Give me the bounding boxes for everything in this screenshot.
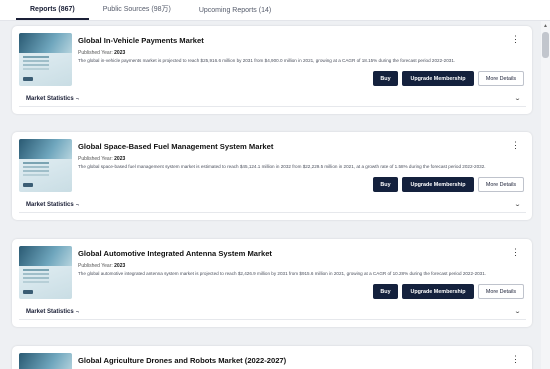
published-year: Published Year: 2023 bbox=[78, 50, 126, 56]
report-description: The global space-based fuel management s… bbox=[78, 164, 486, 169]
published-year: Published Year: 2023 bbox=[78, 263, 126, 269]
report-cover-image[interactable] bbox=[19, 33, 72, 86]
market-statistics-toggle[interactable]: Market Statistics ¬ ⌄ bbox=[19, 197, 526, 213]
more-details-button[interactable]: More Details bbox=[478, 71, 524, 86]
report-tabs: Reports (867) Public Sources (98万) Upcom… bbox=[0, 0, 550, 21]
market-statistics-toggle[interactable]: Market Statistics ¬ ⌄ bbox=[19, 304, 526, 320]
upgrade-membership-button[interactable]: Upgrade Membership bbox=[402, 284, 474, 299]
more-options-icon[interactable]: ⋮ bbox=[511, 248, 520, 257]
market-statistics-label: Market Statistics bbox=[26, 95, 74, 102]
more-details-button[interactable]: More Details bbox=[478, 284, 524, 299]
report-cover-image[interactable] bbox=[19, 246, 72, 299]
report-card: Global In-Vehicle Payments Market Publis… bbox=[12, 26, 532, 114]
more-options-icon[interactable]: ⋮ bbox=[511, 141, 520, 150]
report-card: Global Agriculture Drones and Robots Mar… bbox=[12, 346, 532, 369]
tab-public-sources[interactable]: Public Sources (98万) bbox=[89, 4, 185, 20]
report-title[interactable]: Global Automotive Integrated Antenna Sys… bbox=[78, 249, 272, 258]
published-year: Published Year: 2023 bbox=[78, 156, 126, 162]
buy-button[interactable]: Buy bbox=[373, 177, 398, 192]
report-title[interactable]: Global Agriculture Drones and Robots Mar… bbox=[78, 356, 286, 365]
action-buttons: Buy Upgrade Membership More Details bbox=[373, 71, 524, 86]
more-options-icon[interactable]: ⋮ bbox=[511, 35, 520, 44]
report-description: The global in-vehicle payments market is… bbox=[78, 58, 456, 63]
scroll-up-icon[interactable]: ▲ bbox=[542, 23, 549, 29]
vertical-scrollbar[interactable] bbox=[541, 21, 550, 369]
chevron-down-icon[interactable]: ⌄ bbox=[514, 308, 521, 315]
market-statistics-label: Market Statistics bbox=[26, 201, 74, 208]
scrollbar-thumb[interactable] bbox=[542, 32, 549, 58]
action-buttons: Buy Upgrade Membership More Details bbox=[373, 177, 524, 192]
report-cover-image[interactable] bbox=[19, 353, 72, 369]
more-details-button[interactable]: More Details bbox=[478, 177, 524, 192]
chevron-down-icon[interactable]: ⌄ bbox=[514, 95, 521, 102]
report-cover-image[interactable] bbox=[19, 139, 72, 192]
tab-reports[interactable]: Reports (867) bbox=[16, 6, 89, 20]
more-options-icon[interactable]: ⋮ bbox=[511, 355, 520, 364]
report-description: The global automotive integrated antenna… bbox=[78, 271, 487, 276]
buy-button[interactable]: Buy bbox=[373, 71, 398, 86]
report-title[interactable]: Global In-Vehicle Payments Market bbox=[78, 36, 204, 45]
report-title[interactable]: Global Space-Based Fuel Management Syste… bbox=[78, 142, 273, 151]
upgrade-membership-button[interactable]: Upgrade Membership bbox=[402, 71, 474, 86]
buy-button[interactable]: Buy bbox=[373, 284, 398, 299]
tab-upcoming-reports[interactable]: Upcoming Reports (14) bbox=[185, 7, 285, 20]
action-buttons: Buy Upgrade Membership More Details bbox=[373, 284, 524, 299]
report-card: Global Automotive Integrated Antenna Sys… bbox=[12, 239, 532, 327]
report-card: Global Space-Based Fuel Management Syste… bbox=[12, 132, 532, 220]
upgrade-membership-button[interactable]: Upgrade Membership bbox=[402, 177, 474, 192]
market-statistics-toggle[interactable]: Market Statistics ¬ ⌄ bbox=[19, 91, 526, 107]
market-statistics-label: Market Statistics bbox=[26, 308, 74, 315]
chevron-down-icon[interactable]: ⌄ bbox=[514, 201, 521, 208]
